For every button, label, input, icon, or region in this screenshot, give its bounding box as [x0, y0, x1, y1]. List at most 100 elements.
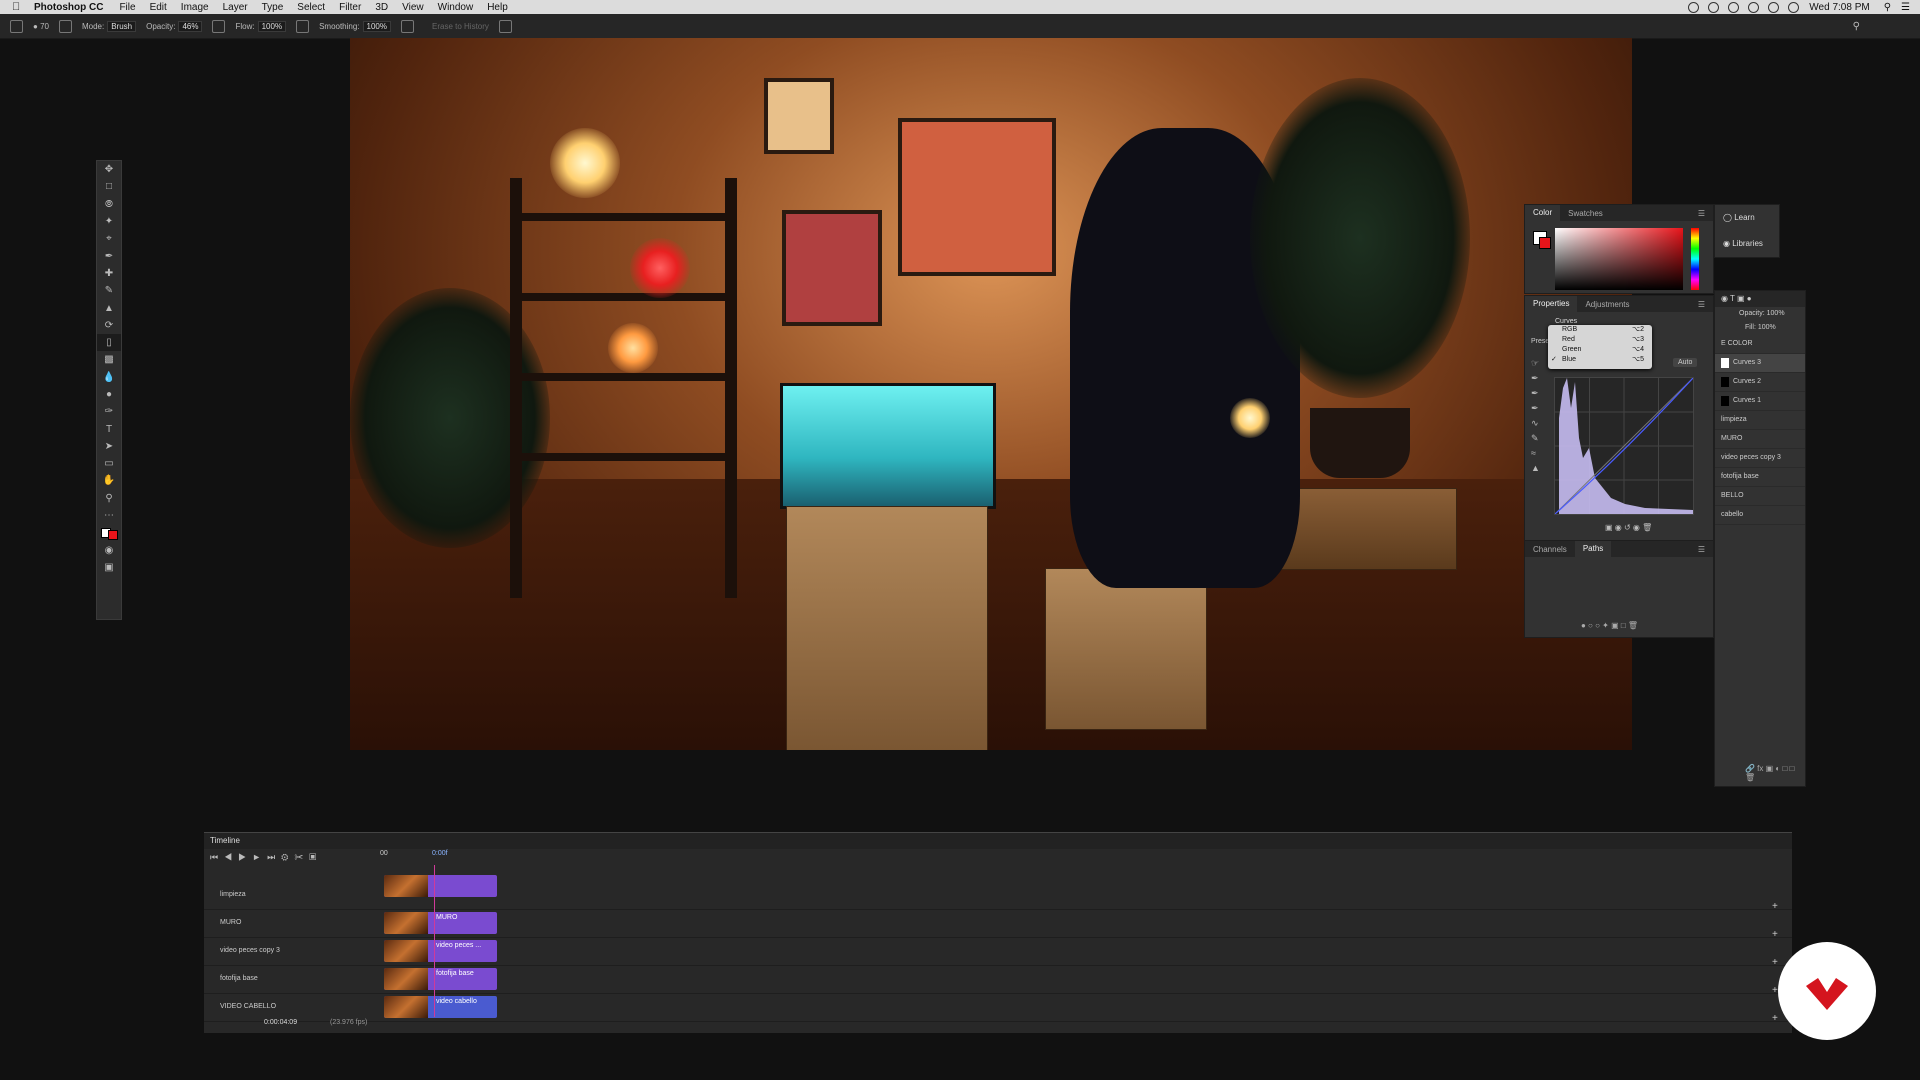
- smooth-icon[interactable]: ≈: [1531, 446, 1545, 461]
- brush-panel-icon[interactable]: [58, 19, 72, 33]
- channel-option-red[interactable]: Red ⌥3: [1548, 335, 1652, 345]
- channel-option-rgb[interactable]: RGB ⌥2: [1548, 325, 1652, 335]
- notification-center-icon[interactable]: ☰: [1901, 2, 1910, 13]
- eraser-tool-icon[interactable]: [10, 19, 23, 33]
- color-field[interactable]: [1555, 228, 1683, 290]
- layer-row[interactable]: Curves 2: [1715, 373, 1805, 392]
- menu-filter[interactable]: Filter: [339, 2, 361, 13]
- timeline-track[interactable]: MURO MURO: [204, 909, 1792, 938]
- paths-bottom-icons[interactable]: ● ○ ○ ✦ ▣ □ 🗑: [1581, 621, 1638, 630]
- fg-bg-colors-icon[interactable]: [97, 524, 121, 541]
- layer-row[interactable]: video peces copy 3: [1715, 449, 1805, 468]
- search-icon[interactable]: ⚲: [1853, 21, 1860, 32]
- stamp-tool-icon[interactable]: ▲: [97, 299, 121, 316]
- timeline-track[interactable]: limpieza: [204, 875, 1792, 910]
- pen-tool-icon[interactable]: ✑: [97, 403, 121, 420]
- zoom-tool-icon[interactable]: ⚲: [97, 490, 121, 507]
- channel-dropdown[interactable]: RGB ⌥2 Red ⌥3 Green ⌥4 ✓ Blue ⌥5: [1548, 325, 1652, 369]
- menu-3d[interactable]: 3D: [375, 2, 388, 13]
- eyedropper-tool-icon[interactable]: ✒: [97, 247, 121, 264]
- clipping-warning-icon[interactable]: ▲: [1531, 461, 1545, 476]
- blur-tool-icon[interactable]: 💧: [97, 369, 121, 386]
- layer-opacity-value[interactable]: 100%: [1767, 310, 1785, 317]
- eraser-tool-icon[interactable]: ▯: [97, 333, 121, 352]
- menu-layer[interactable]: Layer: [223, 2, 248, 13]
- add-media-icons[interactable]: + + + + +: [1772, 893, 1778, 1033]
- panel-menu-icon[interactable]: ☰: [1690, 545, 1713, 554]
- timeline-clip[interactable]: fotofija base: [384, 968, 497, 990]
- gray-eyedropper-icon[interactable]: ✒: [1531, 386, 1545, 401]
- pressure-opacity-icon[interactable]: [212, 19, 226, 33]
- learn-button[interactable]: ◯ Learn: [1715, 205, 1779, 231]
- curve-points-icon[interactable]: ∿: [1531, 416, 1545, 431]
- tab-color[interactable]: Color: [1525, 205, 1561, 221]
- rectangle-tool-icon[interactable]: ▭: [97, 455, 121, 472]
- target-adjust-icon[interactable]: ☞: [1531, 356, 1545, 371]
- app-menu[interactable]: Photoshop CC: [34, 2, 103, 13]
- layer-fill-value[interactable]: 100%: [1758, 324, 1776, 331]
- timeline-track[interactable]: video peces copy 3 video peces ...: [204, 937, 1792, 966]
- pencil-icon[interactable]: ✎: [1531, 431, 1545, 446]
- layer-row[interactable]: limpieza: [1715, 411, 1805, 430]
- history-brush-tool-icon[interactable]: ⟳: [97, 317, 121, 334]
- tab-channels[interactable]: Channels: [1525, 545, 1575, 554]
- battery-icon[interactable]: [1788, 1, 1800, 13]
- tab-adjustments[interactable]: Adjustments: [1577, 300, 1637, 309]
- spotlight-icon[interactable]: ⚲: [1884, 2, 1891, 13]
- properties-bottom-icons[interactable]: ▣ ◉ ↺ ◉ 🗑: [1605, 523, 1652, 532]
- document-canvas[interactable]: [350, 38, 1632, 750]
- smoothing-settings-icon[interactable]: [401, 19, 414, 33]
- layer-row[interactable]: cabello: [1715, 506, 1805, 525]
- quick-mask-icon[interactable]: ◉: [97, 542, 121, 559]
- menu-view[interactable]: View: [402, 2, 424, 13]
- timeline-clip[interactable]: [384, 875, 497, 897]
- menu-window[interactable]: Window: [438, 2, 474, 13]
- airbrush-icon[interactable]: [296, 19, 310, 33]
- crop-tool-icon[interactable]: ⌖: [97, 230, 121, 247]
- screen-mode-icon[interactable]: ▣: [97, 559, 121, 576]
- brush-size[interactable]: ● 70: [33, 22, 49, 31]
- pressure-size-icon[interactable]: [498, 19, 512, 33]
- timeline-clip[interactable]: video peces ...: [384, 940, 497, 962]
- layer-row[interactable]: Curves 1: [1715, 392, 1805, 411]
- layers-bottom-icons[interactable]: 🔗 fx ▣ ◐ □ □ 🗑: [1745, 764, 1805, 782]
- timeline-track[interactable]: VIDEO CABELLO video cabello: [204, 993, 1792, 1022]
- timeline-track[interactable]: fotofija base fotofija base: [204, 965, 1792, 994]
- status-icon[interactable]: [1708, 1, 1720, 13]
- menu-select[interactable]: Select: [297, 2, 325, 13]
- menu-file[interactable]: File: [119, 2, 135, 13]
- opacity-field[interactable]: 46%: [178, 20, 203, 32]
- smoothing-field[interactable]: 100%: [362, 20, 391, 32]
- channel-option-blue[interactable]: ✓ Blue ⌥5: [1548, 355, 1652, 365]
- dodge-tool-icon[interactable]: ●: [97, 386, 121, 403]
- curves-graph[interactable]: [1554, 377, 1694, 515]
- more-tools-icon[interactable]: ⋯: [97, 507, 121, 524]
- apple-icon[interactable]: : [12, 1, 20, 13]
- marquee-tool-icon[interactable]: □: [97, 178, 121, 195]
- layer-row[interactable]: fotofija base: [1715, 468, 1805, 487]
- background-swatch[interactable]: [1539, 237, 1551, 249]
- flow-field[interactable]: 100%: [257, 20, 287, 32]
- type-tool-icon[interactable]: T: [97, 420, 121, 437]
- move-tool-icon[interactable]: ✥: [97, 161, 121, 178]
- airplay-icon[interactable]: [1728, 1, 1740, 13]
- timeline-clip[interactable]: MURO: [384, 912, 497, 934]
- hue-slider[interactable]: [1691, 228, 1699, 290]
- gradient-tool-icon[interactable]: ▩: [97, 351, 121, 368]
- transport-controls[interactable]: ⏮◀▶►⏭⚙✂▣: [210, 852, 322, 863]
- layer-row[interactable]: Curves 3: [1715, 354, 1805, 373]
- channel-option-green[interactable]: Green ⌥4: [1548, 345, 1652, 355]
- white-eyedropper-icon[interactable]: ✒: [1531, 401, 1545, 416]
- lasso-tool-icon[interactable]: ⦾: [97, 196, 121, 213]
- path-select-tool-icon[interactable]: ➤: [97, 438, 121, 455]
- hand-tool-icon[interactable]: ✋: [97, 472, 121, 489]
- filter-icons[interactable]: ◉ T ▣ ●: [1721, 294, 1752, 303]
- brush-tool-icon[interactable]: ✎: [97, 282, 121, 299]
- menu-edit[interactable]: Edit: [150, 2, 167, 13]
- timeline-clip[interactable]: video cabello: [384, 996, 497, 1018]
- mode-select[interactable]: Brush: [107, 20, 137, 32]
- playhead[interactable]: [434, 865, 435, 1017]
- quick-select-tool-icon[interactable]: ✦: [97, 213, 121, 230]
- erase-to-history[interactable]: Erase to History: [432, 22, 489, 31]
- tab-properties[interactable]: Properties: [1525, 296, 1578, 312]
